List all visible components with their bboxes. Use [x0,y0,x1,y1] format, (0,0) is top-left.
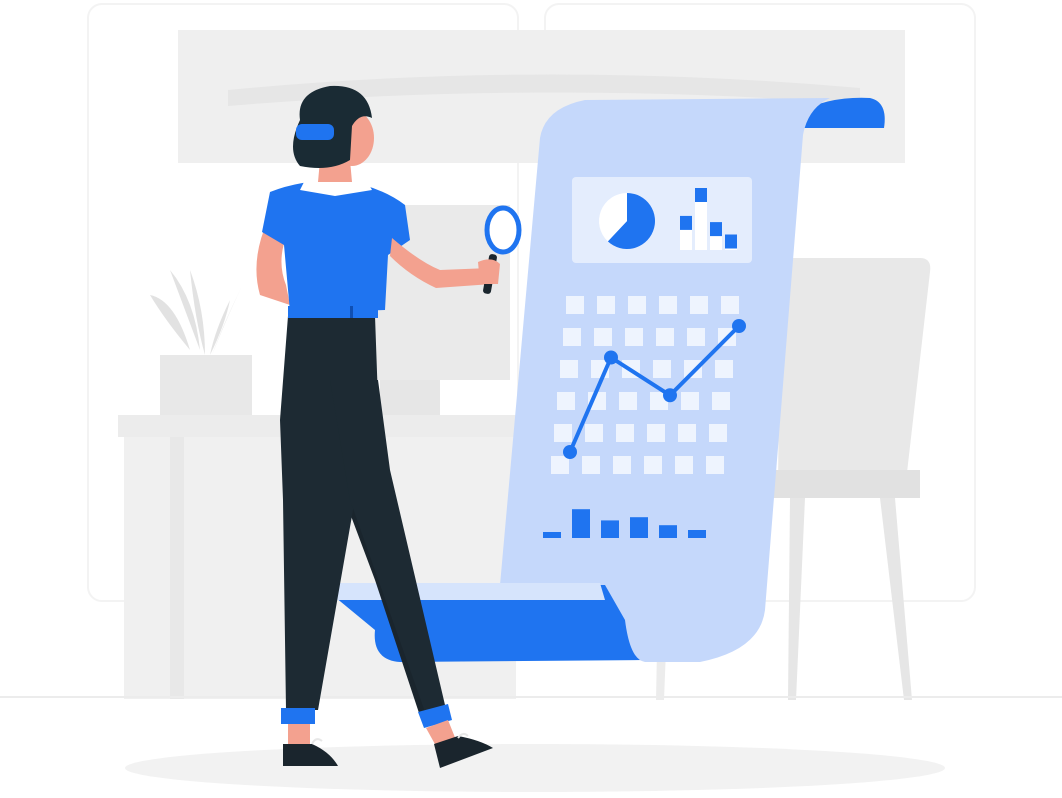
scroll-bottom-flap [318,583,605,600]
grid-tile [653,360,671,378]
bottom-bar [688,530,706,538]
bottom-bar [572,509,590,538]
bar-cap [725,234,737,249]
grid-tile [613,456,631,474]
bar-cap [710,222,722,237]
grid-tile [684,360,702,378]
grid-tile [619,392,637,410]
grid-tile [675,456,693,474]
magnifier-lens [484,205,522,255]
line-point [732,319,746,333]
bottom-bar [659,525,677,538]
grid-tile [690,296,708,314]
grid-tile [709,424,727,442]
grid-tile [560,360,578,378]
grid-tile [681,392,699,410]
chart-panel-bg [572,177,752,263]
grid-tile [551,456,569,474]
floor-shadow [125,744,945,792]
person-belt [288,306,378,318]
ankle-left [288,724,310,746]
grid-tile [712,392,730,410]
grid-tile [582,456,600,474]
grid-tile [594,328,612,346]
chart-panel [572,177,752,263]
grid-tile [563,328,581,346]
grid-tile [566,296,584,314]
grid-tile [616,424,634,442]
hand [478,259,500,284]
grid-tile [721,296,739,314]
grid-tile [644,456,662,474]
grid-tile [597,296,615,314]
grid-tile [706,456,724,474]
headband [296,124,334,140]
belt-buckle [350,306,353,318]
grid-tile [678,424,696,442]
monitor-stand [380,378,440,415]
chair-back [778,258,931,490]
bottom-bar [630,517,648,538]
grid-tile [715,360,733,378]
grid-tile [687,328,705,346]
bottom-bar [601,520,619,538]
cuff-left [281,708,315,724]
desk-leg-inner [170,437,184,699]
line-point [563,445,577,459]
grid-tile [585,424,603,442]
line-point [663,388,677,403]
bar-cap [680,215,692,230]
pie-chart-icon [599,193,656,250]
plant-pot [160,355,252,417]
bar-cap [695,188,707,202]
chair-seat [760,470,920,498]
grid-tile [647,424,665,442]
grid-tile [554,424,572,442]
bottom-bar [543,532,561,538]
grid-tile [625,328,643,346]
grid-tile [557,392,575,410]
grid-tile [656,328,674,346]
line-point [604,350,618,365]
grid-tile [628,296,646,314]
illustration-scene [0,3,1062,792]
shoe-lace-left [311,738,323,745]
grid-tile [659,296,677,314]
